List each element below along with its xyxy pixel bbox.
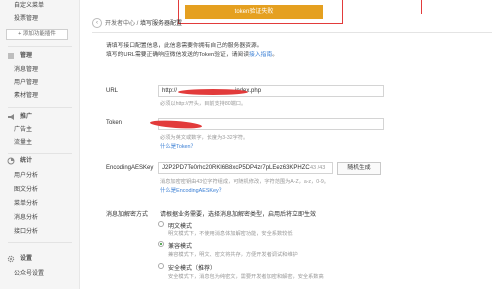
megaphone-icon bbox=[8, 114, 14, 120]
sidebar-group-promotion: 推广 bbox=[0, 111, 80, 123]
intro-line-1: 请填写接口配置信息，此信息需要你拥有自己的服务器资源。 bbox=[106, 43, 263, 49]
sidebar-item-users[interactable]: 用户管理 bbox=[0, 77, 80, 89]
intro-text: 填写的URL需要正确响应微信发送的Token验证，请阅读 bbox=[106, 52, 250, 58]
gear-icon bbox=[7, 255, 15, 263]
sidebar-divider bbox=[8, 153, 72, 154]
radio-secure[interactable] bbox=[158, 263, 164, 269]
annotation-line bbox=[421, 0, 422, 14]
token-label: Token bbox=[106, 120, 123, 126]
sidebar-divider bbox=[8, 242, 72, 243]
intro-line-2: 填写的URL需要正确响应微信发送的Token验证，请阅读接入指南。 bbox=[106, 51, 278, 59]
encryption-intro: 请根据业务需要，选择消息加解密类型，启用后将立即生效 bbox=[160, 212, 317, 218]
breadcrumb-parent[interactable]: 开发者中心 bbox=[105, 21, 135, 27]
aeskey-label: EncodingAESKey bbox=[106, 165, 154, 171]
radio-compatible-label[interactable]: 兼容模式 bbox=[168, 241, 192, 250]
radio-plaintext[interactable] bbox=[158, 221, 164, 227]
redaction-scribble bbox=[178, 89, 248, 95]
sidebar-item-messages[interactable]: 消息管理 bbox=[0, 64, 80, 76]
aeskey-hint: 消息加密密钥由43位字符组成，可随机修改，字符范围为A-Z，a-z，0-9。 bbox=[160, 179, 329, 185]
sidebar-item-user-analysis[interactable]: 用户分析 bbox=[0, 170, 80, 182]
sidebar-item-message-analysis[interactable]: 消息分析 bbox=[0, 212, 80, 224]
aeskey-counter: 43 /43 bbox=[310, 165, 326, 171]
what-is-aeskey-link[interactable]: 什么是EncodingAESKey？ bbox=[160, 186, 224, 194]
url-label: URL bbox=[106, 88, 119, 94]
url-hint: 必须以http://开头，目前支持80端口。 bbox=[160, 101, 247, 107]
sidebar-group-label: 统计 bbox=[20, 158, 33, 164]
radio-plaintext-desc: 明文模式下，不使用消息体加解密功能，安全系数较低 bbox=[168, 231, 293, 237]
radio-compatible-desc: 兼容模式下，明文、密文将共存，方便开发者调试和维护 bbox=[168, 252, 298, 258]
header-divider bbox=[92, 32, 492, 33]
sidebar-group-label: 管理 bbox=[20, 53, 33, 59]
sidebar-item-custom-menu[interactable]: 自定义菜单 bbox=[0, 0, 80, 12]
sidebar-group-label: 推广 bbox=[20, 114, 33, 120]
radio-secure-desc: 安全模式下，消息包为纯密文，需要开发者加密和解密，安全系数高 bbox=[168, 274, 324, 280]
sidebar-divider bbox=[8, 107, 72, 108]
intro-end: 。 bbox=[272, 52, 279, 58]
token-hint: 必须为英文或数字，长度为3-32字符。 bbox=[160, 135, 249, 141]
list-icon bbox=[8, 53, 14, 59]
radio-secure-label[interactable]: 安全模式（推荐） bbox=[168, 263, 216, 272]
access-guide-link[interactable]: 接入指南 bbox=[249, 52, 272, 58]
sidebar-divider bbox=[8, 46, 72, 47]
sidebar-group-manage: 管理 bbox=[0, 50, 80, 62]
sidebar: 自定义菜单 投票管理 + 添加功能插件 管理 消息管理 用户管理 素材管理 推广… bbox=[0, 0, 80, 289]
sidebar-group-settings: 设置 bbox=[0, 253, 80, 265]
sidebar-group-label: 设置 bbox=[20, 256, 33, 262]
sidebar-item-api-analysis[interactable]: 接口分析 bbox=[0, 226, 80, 238]
sidebar-group-statistics: 统计 bbox=[0, 155, 80, 167]
sidebar-item-traffic-owner[interactable]: 流量主 bbox=[0, 137, 80, 149]
random-generate-button[interactable]: 随机生成 bbox=[337, 162, 381, 175]
sidebar-item-advertiser[interactable]: 广告主 bbox=[0, 124, 80, 136]
chart-icon bbox=[7, 157, 15, 165]
breadcrumb: ‹ 开发者中心 / 填写服务器配置 bbox=[92, 18, 182, 30]
radio-plaintext-label[interactable]: 明文模式 bbox=[168, 221, 192, 230]
encryption-label: 消息加解密方式 bbox=[106, 212, 149, 218]
sidebar-item-article-analysis[interactable]: 图文分析 bbox=[0, 184, 80, 196]
token-verify-button[interactable]: token验证失败 bbox=[185, 5, 323, 19]
radio-compatible[interactable] bbox=[158, 241, 164, 247]
url-value-prefix: http:// bbox=[162, 88, 178, 94]
add-plugin-button[interactable]: + 添加功能插件 bbox=[6, 29, 68, 40]
sidebar-item-materials[interactable]: 素材管理 bbox=[0, 90, 80, 102]
sidebar-item-menu-analysis[interactable]: 菜单分析 bbox=[0, 198, 80, 210]
sidebar-item-account-settings[interactable]: 公众号设置 bbox=[0, 268, 80, 280]
what-is-token-link[interactable]: 什么是Token？ bbox=[160, 142, 196, 150]
aeskey-input[interactable]: J2P2PD7Te0rhc20RKl6B8xcP5DP4zr7pLEez63KP… bbox=[158, 162, 333, 174]
breadcrumb-current: 填写服务器配置 bbox=[140, 21, 183, 27]
sidebar-item-vote-management[interactable]: 投票管理 bbox=[0, 13, 80, 25]
back-icon[interactable]: ‹ bbox=[92, 18, 102, 29]
